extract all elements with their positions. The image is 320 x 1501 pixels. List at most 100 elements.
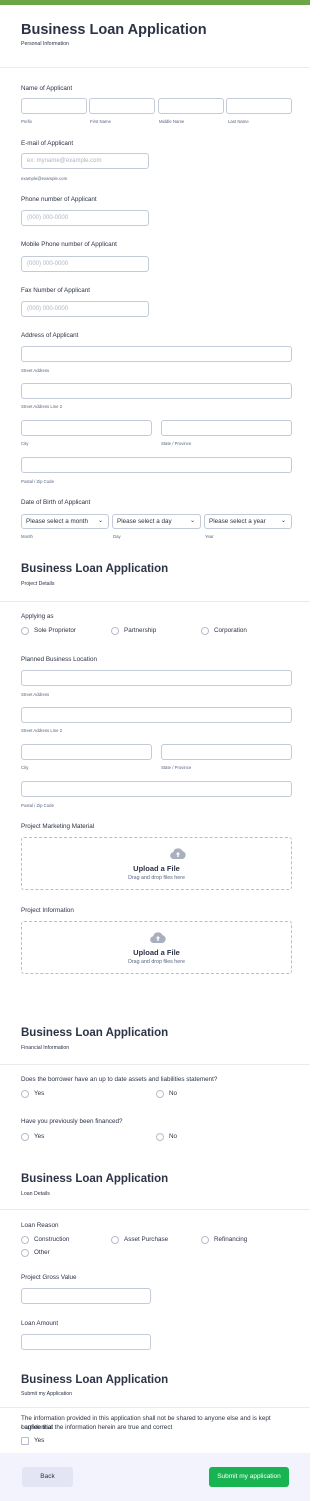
option-label: No [169, 1133, 178, 1140]
assets-question-label: Does the borrower have an up to date ass… [21, 1076, 218, 1083]
gross-value-input[interactable] [21, 1288, 151, 1304]
cloud-upload-icon [170, 848, 186, 859]
marketing-label: Project Marketing Material [21, 823, 95, 830]
dob-label: Date of Birth of Applicant [21, 499, 91, 506]
radio-partnership[interactable] [111, 627, 119, 635]
chevron-down-icon: ⌄ [97, 518, 103, 524]
month-sublabel: Month [21, 534, 33, 539]
name-label: Name of Applicant [21, 85, 73, 92]
postal-input[interactable] [21, 457, 292, 473]
section-subtitle: Loan Details [21, 1191, 50, 1197]
financed-question-label: Have you previously been financed? [21, 1118, 123, 1125]
street-address-input[interactable] [21, 346, 292, 362]
radio-financed-no[interactable] [156, 1133, 164, 1141]
email-sublabel: example@example.com [21, 176, 68, 181]
state-input[interactable] [161, 420, 292, 436]
state-sublabel: State / Province [161, 765, 192, 770]
address-label: Address of Applicant [21, 332, 79, 339]
street-address-line2-sublabel: Street Address Line 2 [21, 404, 63, 409]
day-select[interactable]: Please select a day ⌄ [112, 514, 201, 529]
chevron-down-icon: ⌄ [280, 518, 286, 524]
cloud-upload-icon [150, 932, 166, 943]
mobile-label: Mobile Phone number of Applicant [21, 241, 117, 248]
city-input[interactable] [21, 420, 152, 436]
divider [0, 67, 310, 68]
marketing-upload-dropzone[interactable]: Upload a File Drag and drop files here [21, 837, 292, 890]
day-sublabel: Day [113, 534, 121, 539]
phone-label: Phone number of Applicant [21, 196, 97, 203]
postal-input[interactable] [21, 781, 292, 797]
last-name-input[interactable] [226, 98, 292, 114]
divider [0, 601, 310, 602]
loan-reason-label: Loan Reason [21, 1222, 59, 1229]
street-address-input[interactable] [21, 670, 292, 686]
option-label: Construction [34, 1236, 70, 1243]
email-label: E-mail of Applicant [21, 140, 74, 147]
first-name-input[interactable] [89, 98, 155, 114]
loan-amount-input[interactable] [21, 1334, 151, 1350]
option-label: Yes [34, 1133, 45, 1140]
option-label: Refinancing [214, 1236, 248, 1243]
year-select[interactable]: Please select a year ⌄ [204, 514, 292, 529]
radio-construction[interactable] [21, 1236, 29, 1244]
postal-sublabel: Postal / Zip Code [21, 479, 54, 484]
option-label: Corporation [214, 627, 247, 634]
state-sublabel: State / Province [161, 441, 192, 446]
agree-checkbox[interactable] [21, 1437, 29, 1445]
radio-refinancing[interactable] [201, 1236, 209, 1244]
divider [0, 1064, 310, 1065]
divider [0, 1407, 310, 1408]
radio-corporation[interactable] [201, 627, 209, 635]
street-address-sublabel: Street Address [21, 692, 50, 697]
city-sublabel: City [21, 765, 29, 770]
option-label: No [169, 1090, 178, 1097]
project-info-upload-dropzone[interactable]: Upload a File Drag and drop files here [21, 921, 292, 974]
phone-input[interactable]: (000) 000-0000 [21, 210, 149, 226]
upload-subtitle: Drag and drop files here [128, 959, 185, 965]
radio-other[interactable] [21, 1249, 29, 1257]
month-select[interactable]: Please select a month ⌄ [21, 514, 109, 529]
street-address-line2-input[interactable] [21, 707, 292, 723]
prefix-input[interactable] [21, 98, 87, 114]
section-subtitle: Financial Information [21, 1045, 70, 1051]
radio-assets-yes[interactable] [21, 1090, 29, 1098]
street-address-line2-input[interactable] [21, 383, 292, 399]
option-label: Sole Proprietor [34, 627, 76, 634]
email-input[interactable]: ex: myname@example.com [21, 153, 149, 169]
top-accent-bar [0, 0, 310, 5]
state-input[interactable] [161, 744, 292, 760]
project-info-label: Project Information [21, 907, 74, 914]
chevron-down-icon: ⌄ [189, 518, 195, 524]
street-address-line2-sublabel: Street Address Line 2 [21, 728, 63, 733]
year-sublabel: Year [205, 534, 214, 539]
middle-name-sublabel: Middle Name [159, 119, 185, 124]
option-label: Yes [34, 1090, 45, 1097]
postal-sublabel: Postal / Zip Code [21, 803, 54, 808]
applying-label: Applying as [21, 613, 54, 620]
divider [0, 1209, 310, 1210]
section-title: Business Loan Application [21, 563, 169, 575]
option-label: Asset Purchase [124, 1236, 169, 1243]
mobile-input[interactable]: (000) 000-0000 [21, 256, 149, 272]
section-title: Business Loan Application [21, 1027, 169, 1039]
section-title: Business Loan Application [21, 1374, 169, 1386]
fax-label: Fax Number of Applicant [21, 287, 90, 294]
radio-assets-no[interactable] [156, 1090, 164, 1098]
radio-financed-yes[interactable] [21, 1133, 29, 1141]
submit-button[interactable]: Submit my application [209, 1467, 289, 1487]
fax-input[interactable]: (000) 000-0000 [21, 301, 149, 317]
option-label: Other [34, 1249, 50, 1256]
section-title: Business Loan Application [21, 1173, 169, 1185]
back-button[interactable]: Back [22, 1467, 73, 1487]
location-label: Planned Business Location [21, 656, 97, 663]
last-name-sublabel: Last Name [228, 119, 249, 124]
option-label: Partnership [124, 627, 157, 634]
radio-asset-purchase[interactable] [111, 1236, 119, 1244]
middle-name-input[interactable] [158, 98, 224, 114]
gross-value-label: Project Gross Value [21, 1274, 77, 1281]
city-input[interactable] [21, 744, 152, 760]
upload-subtitle: Drag and drop files here [128, 875, 185, 881]
street-address-sublabel: Street Address [21, 368, 50, 373]
agree-label: I agree that the information herein are … [21, 1424, 173, 1431]
radio-sole-proprietor[interactable] [21, 627, 29, 635]
